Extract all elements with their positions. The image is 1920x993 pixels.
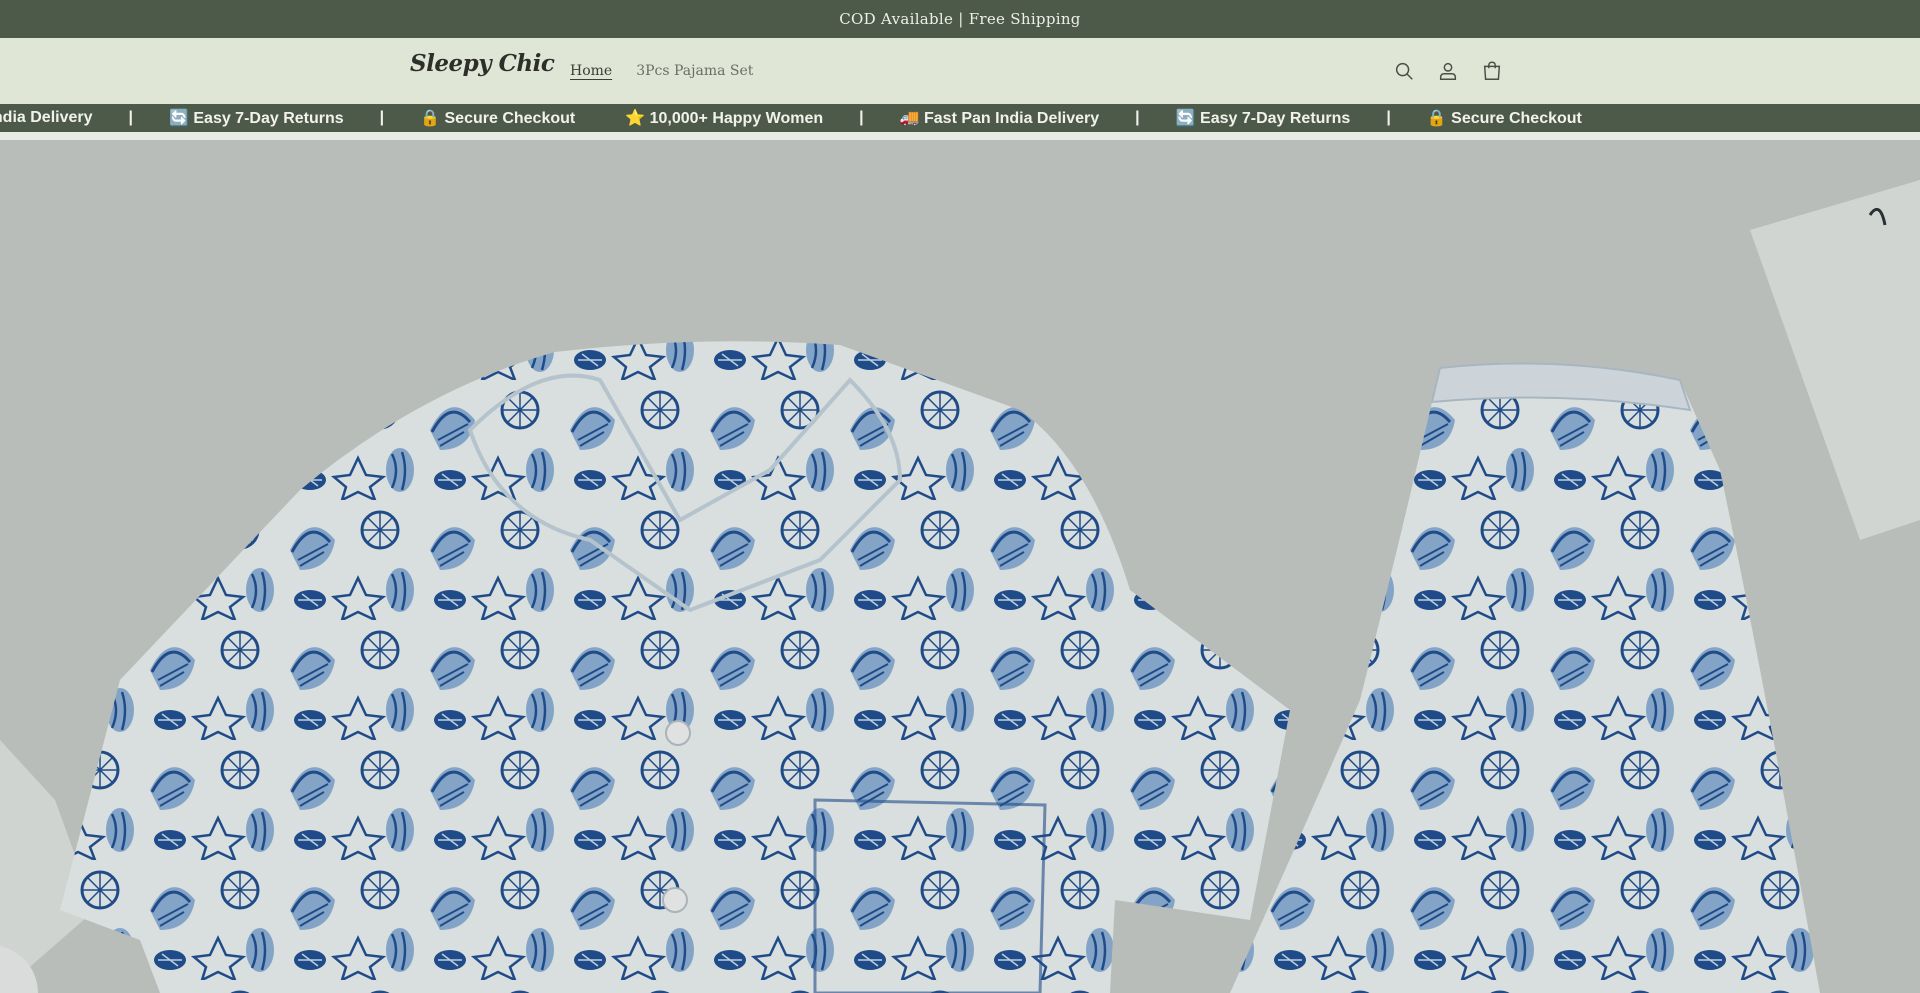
benefits-marquee: st Pan India Delivery | 🔄 Easy 7-Day Ret…	[0, 104, 1920, 132]
marquee-item: 🔒 Secure Checkout	[1426, 110, 1582, 127]
marquee-item: 🔄 Easy 7-Day Returns	[169, 110, 344, 127]
header-actions	[1388, 54, 1508, 88]
marquee-separator: |	[379, 109, 385, 126]
site-header: Sleepy Chic Home 3Pcs Pajama Set	[0, 38, 1920, 104]
announcement-text: COD Available | Free Shipping	[839, 10, 1081, 28]
cart-icon[interactable]	[1476, 54, 1508, 88]
marquee-item: 🔄 Easy 7-Day Returns	[1175, 110, 1351, 127]
hero-banner[interactable]	[0, 140, 1920, 993]
account-icon[interactable]	[1432, 54, 1464, 88]
brand-logo[interactable]: Sleepy Chic	[410, 50, 555, 77]
main-nav: Home 3Pcs Pajama Set	[570, 56, 753, 86]
nav-link-home[interactable]: Home	[570, 56, 612, 86]
marquee-item: 🚚 Fast Pan India Delivery	[899, 110, 1100, 127]
marquee-track: st Pan India Delivery | 🔄 Easy 7-Day Ret…	[0, 104, 1582, 132]
marquee-item: 🔒 Secure Checkout	[420, 110, 576, 127]
divider-strip	[0, 132, 1920, 140]
marquee-separator: |	[128, 109, 133, 126]
marquee-separator: |	[859, 109, 864, 126]
announcement-bar: COD Available | Free Shipping	[0, 0, 1920, 38]
marquee-item: st Pan India Delivery	[0, 109, 93, 126]
marquee-item: ⭐ 10,000+ Happy Women	[625, 110, 824, 127]
hero-overlay	[0, 140, 1920, 993]
nav-link-pajama-set[interactable]: 3Pcs Pajama Set	[636, 56, 753, 86]
marquee-separator: |	[1386, 109, 1391, 126]
marquee-separator: |	[1135, 109, 1140, 126]
search-icon[interactable]	[1388, 54, 1420, 88]
